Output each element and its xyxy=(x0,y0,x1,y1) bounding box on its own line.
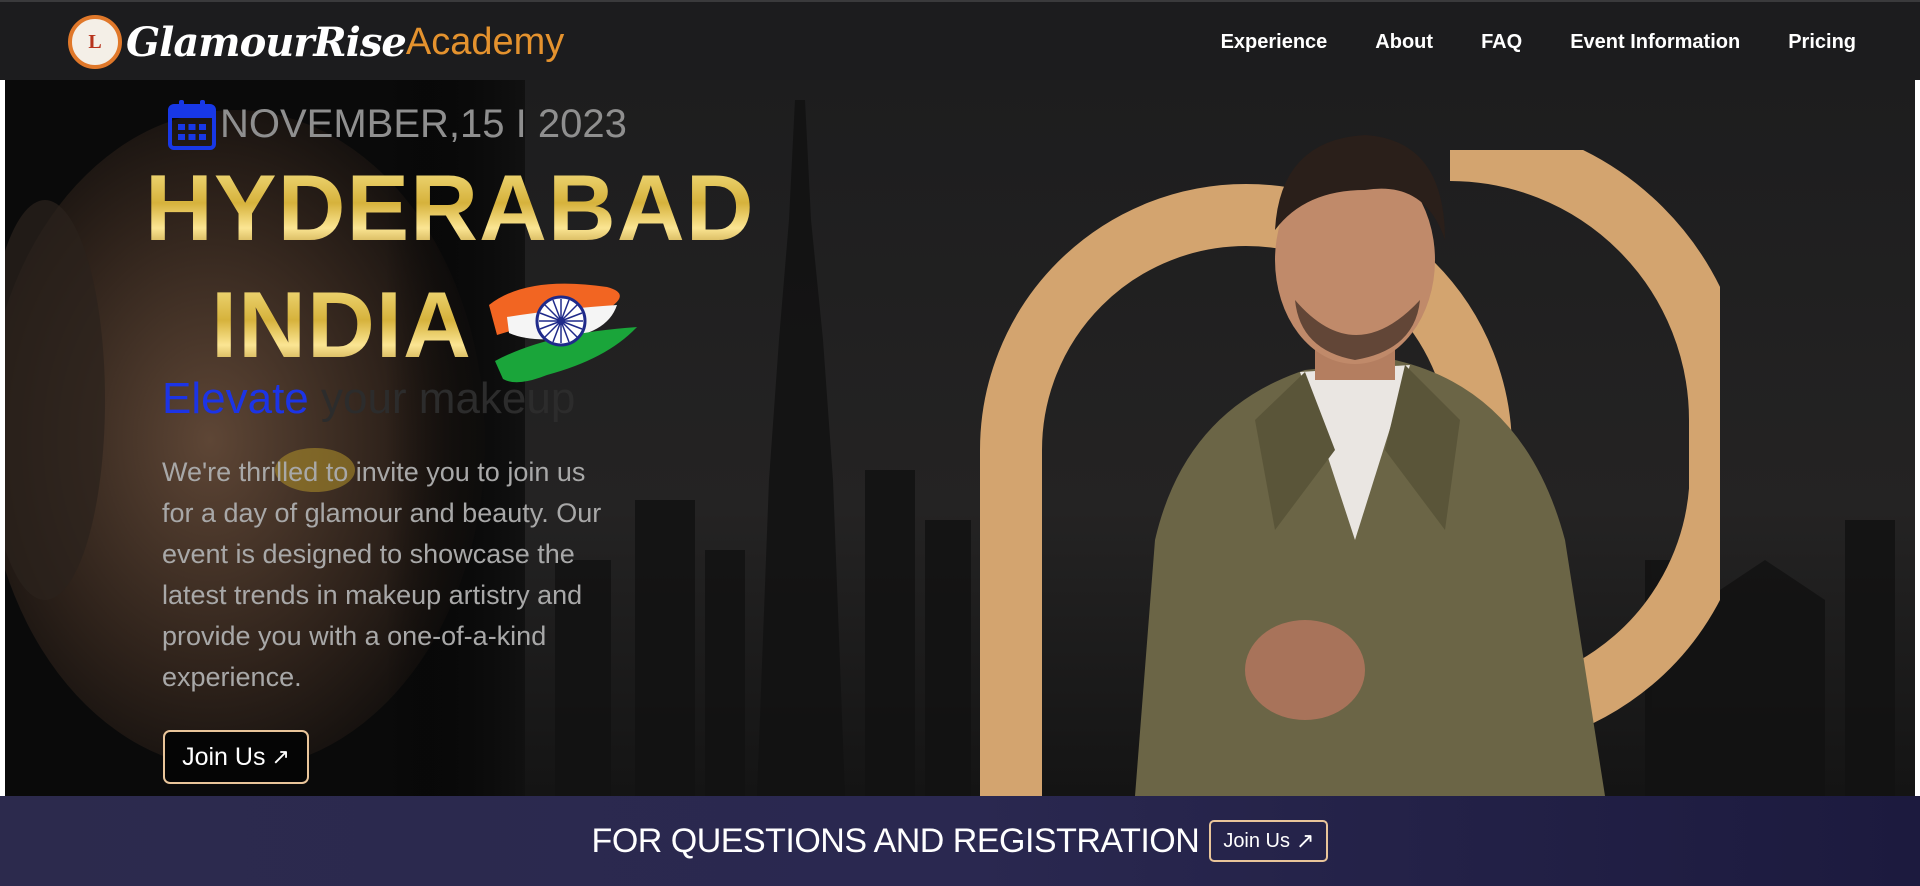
arrow-up-right-icon: ↗ xyxy=(1296,828,1315,853)
registration-banner-text: FOR QUESTIONS AND REGISTRATION xyxy=(591,821,1200,860)
male-model-image xyxy=(1135,135,1605,796)
nav-faq[interactable]: FAQ xyxy=(1457,31,1546,54)
tagline-rest: your makeup xyxy=(308,374,576,423)
hero-section: NOVEMBER,15 I 2023 HYDERABAD INDIA Eleva… xyxy=(5,80,1915,796)
nav-about[interactable]: About xyxy=(1351,31,1457,54)
join-us-label: Join Us xyxy=(182,742,266,771)
logo-badge-mark: L xyxy=(88,30,102,53)
brand-logo[interactable]: L GlamourRise Academy xyxy=(68,12,564,72)
brand-name: GlamourRise xyxy=(126,18,407,66)
arrow-up-right-icon: ↗ xyxy=(271,744,290,769)
brand-suffix: Academy xyxy=(405,20,565,63)
event-city: HYDERABAD xyxy=(145,155,755,260)
hero-tagline: Elevate your makeup xyxy=(162,374,575,424)
nav-event-information[interactable]: Event Information xyxy=(1546,31,1764,54)
banner-join-us-label: Join Us xyxy=(1223,829,1291,852)
top-navbar: L GlamourRise Academy Experience About F… xyxy=(0,0,1920,80)
main-nav: Experience About FAQ Event Information P… xyxy=(1197,2,1856,82)
calendar-icon xyxy=(168,100,216,150)
join-us-button[interactable]: Join Us ↗ xyxy=(163,730,309,784)
nav-pricing[interactable]: Pricing xyxy=(1764,31,1856,54)
event-country: INDIA xyxy=(211,272,472,377)
registration-banner: FOR QUESTIONS AND REGISTRATION Join Us ↗ xyxy=(0,796,1920,886)
event-date-text: NOVEMBER,15 I 2023 xyxy=(220,101,627,146)
banner-join-us-button[interactable]: Join Us ↗ xyxy=(1209,820,1329,862)
hero-intro-text: We're thrilled to invite you to join us … xyxy=(162,457,602,692)
event-date: NOVEMBER,15 I 2023 xyxy=(168,98,627,150)
tagline-accent: Elevate xyxy=(162,374,309,423)
logo-badge-icon: L xyxy=(68,15,122,69)
nav-experience[interactable]: Experience xyxy=(1197,31,1352,54)
